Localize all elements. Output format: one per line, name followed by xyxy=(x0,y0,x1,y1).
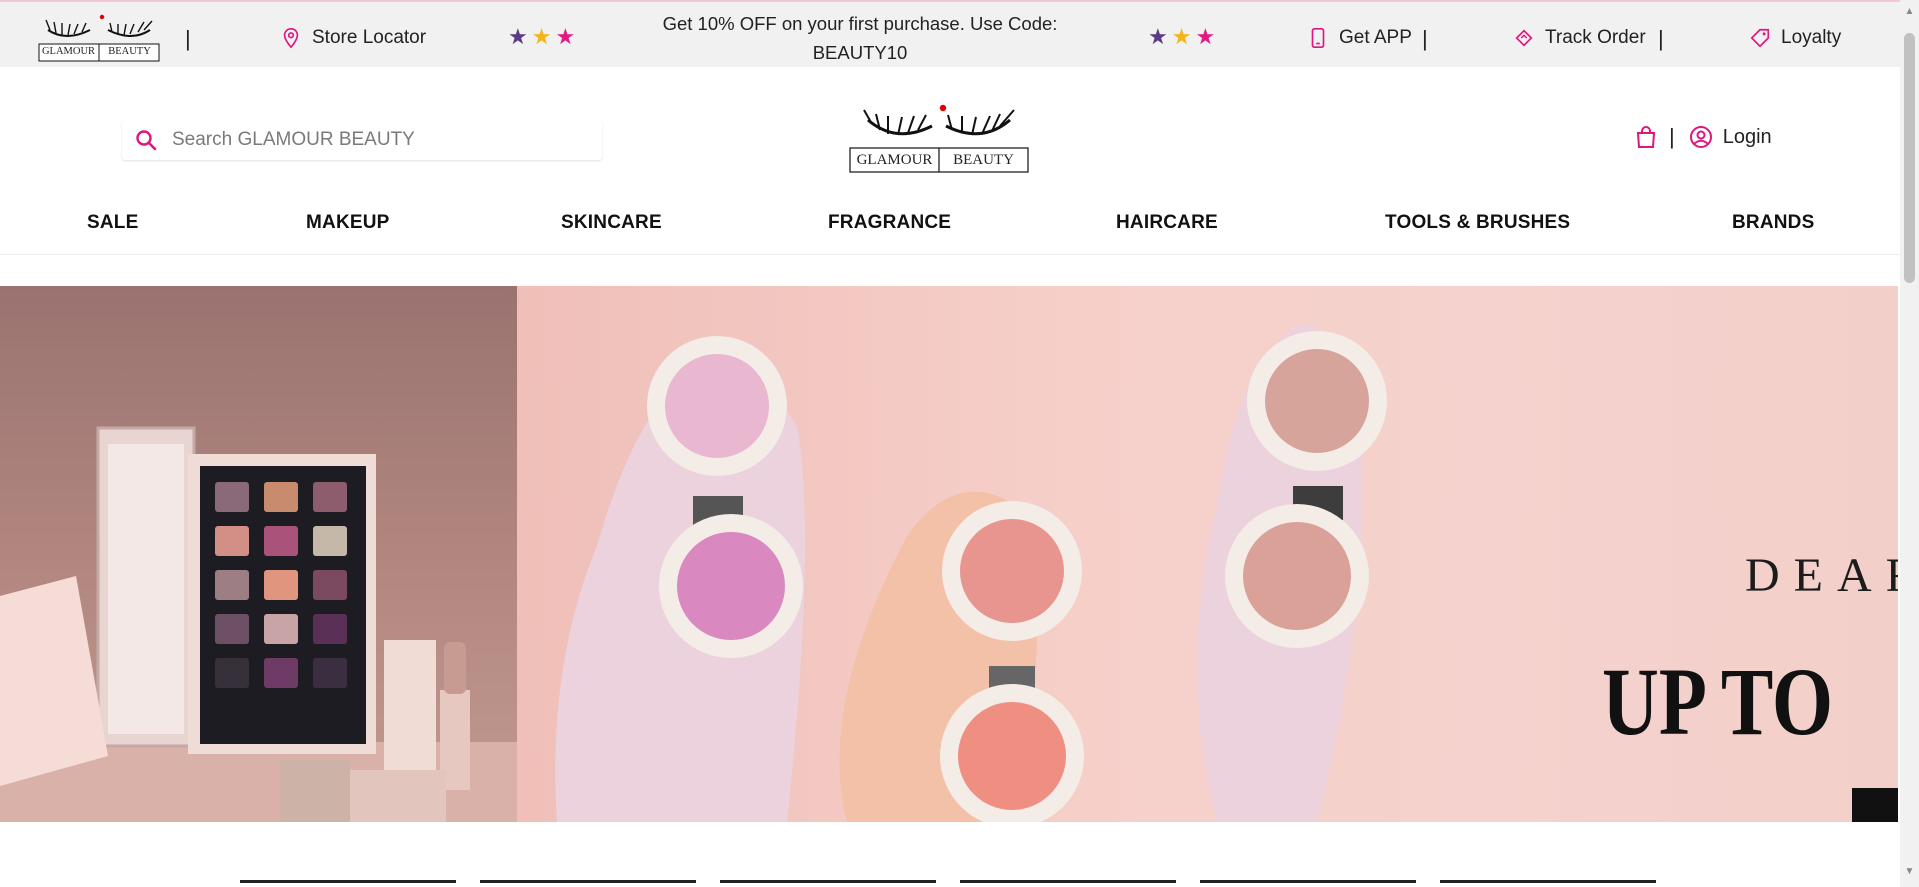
hero-headline-large: UP TO xyxy=(1602,648,1834,755)
store-locator-link[interactable]: Store Locator xyxy=(280,27,426,49)
separator: | xyxy=(185,26,191,51)
nav-item-haircare[interactable]: HAIRCARE xyxy=(1116,212,1218,234)
nav-item-skincare[interactable]: SKINCARE xyxy=(561,212,662,234)
user-circle-icon xyxy=(1689,126,1712,148)
star-icon: ★ xyxy=(508,24,532,49)
scroll-up-arrow-icon[interactable]: ▲ xyxy=(1904,6,1915,20)
promo-bar: GLAMOUR BEAUTY | Store Locator ★ ★ ★ Get… xyxy=(0,0,1900,67)
category-tile[interactable] xyxy=(960,880,1176,883)
promo-message: Get 10% OFF on your first purchase. Use … xyxy=(640,9,1080,67)
nav-item-makeup[interactable]: MAKEUP xyxy=(306,212,390,234)
scrollbar-thumb[interactable] xyxy=(1904,33,1915,283)
promo-line-1: Get 10% OFF on your first purchase. Use … xyxy=(662,13,1058,34)
category-tiles-strip xyxy=(0,880,1900,887)
hero-cta-corner[interactable] xyxy=(1852,788,1898,822)
promo-code: BEAUTY10 xyxy=(812,42,908,63)
category-nav: SALE MAKEUP SKINCARE FRAGRANCE HAIRCARE … xyxy=(0,212,1900,255)
star-rating-left: ★ ★ ★ xyxy=(508,24,579,50)
hero-banner[interactable]: DEAR UP TO xyxy=(0,286,1898,822)
category-tile[interactable] xyxy=(240,880,456,883)
shopping-bag-icon[interactable] xyxy=(1635,125,1657,149)
map-pin-icon xyxy=(283,28,299,49)
main-logo[interactable]: GLAMOUR BEAUTY xyxy=(848,100,1030,174)
loyalty-label: Loyalty xyxy=(1781,27,1842,48)
hero-headline-small: DEAR xyxy=(1745,549,1898,602)
separator: | xyxy=(1422,26,1428,51)
nav-item-sale[interactable]: SALE xyxy=(87,212,138,234)
category-tile[interactable] xyxy=(480,880,696,883)
small-logo[interactable]: GLAMOUR BEAUTY xyxy=(38,12,160,62)
category-tile[interactable] xyxy=(1200,880,1416,883)
mobile-phone-icon xyxy=(1311,28,1325,48)
account-area: | Login xyxy=(1635,124,1772,150)
scroll-down-arrow-icon[interactable]: ▼ xyxy=(1904,866,1915,880)
track-order-icon xyxy=(1515,29,1533,47)
page-scrollbar[interactable]: ▲ ▼ xyxy=(1900,0,1919,887)
login-button[interactable]: Login xyxy=(1689,125,1772,149)
category-tile[interactable] xyxy=(1440,880,1656,883)
loyalty-link[interactable]: Loyalty xyxy=(1749,27,1841,49)
nav-item-tools-brushes[interactable]: TOOLS & BRUSHES xyxy=(1385,212,1570,234)
search-input[interactable] xyxy=(170,128,594,152)
small-logo-right-text: BEAUTY xyxy=(108,46,151,57)
nav-item-fragrance[interactable]: FRAGRANCE xyxy=(828,212,951,234)
star-icon: ★ xyxy=(555,24,580,49)
track-order-label: Track Order xyxy=(1545,27,1646,48)
separator: | xyxy=(1669,124,1675,149)
tag-icon xyxy=(1750,28,1770,48)
star-icon: ★ xyxy=(1148,24,1172,49)
get-app-link[interactable]: Get APP xyxy=(1307,27,1412,49)
small-logo-left-text: GLAMOUR xyxy=(41,46,96,57)
main-logo-left-text: GLAMOUR xyxy=(856,152,933,168)
category-tile[interactable] xyxy=(720,880,936,883)
get-app-label: Get APP xyxy=(1339,27,1412,48)
nav-item-brands[interactable]: BRANDS xyxy=(1732,212,1814,234)
star-icon: ★ xyxy=(1171,24,1196,49)
main-logo-right-text: BEAUTY xyxy=(953,152,1014,168)
track-order-link[interactable]: Track Order xyxy=(1513,27,1646,49)
search-icon[interactable] xyxy=(134,128,158,152)
login-label: Login xyxy=(1722,125,1772,148)
store-locator-label: Store Locator xyxy=(312,27,427,48)
hero-product-image xyxy=(0,286,517,822)
star-icon: ★ xyxy=(1195,24,1220,49)
star-rating-right: ★ ★ ★ xyxy=(1148,24,1219,50)
search-bar[interactable] xyxy=(122,120,602,160)
separator: | xyxy=(1658,26,1664,51)
star-icon: ★ xyxy=(531,24,556,49)
